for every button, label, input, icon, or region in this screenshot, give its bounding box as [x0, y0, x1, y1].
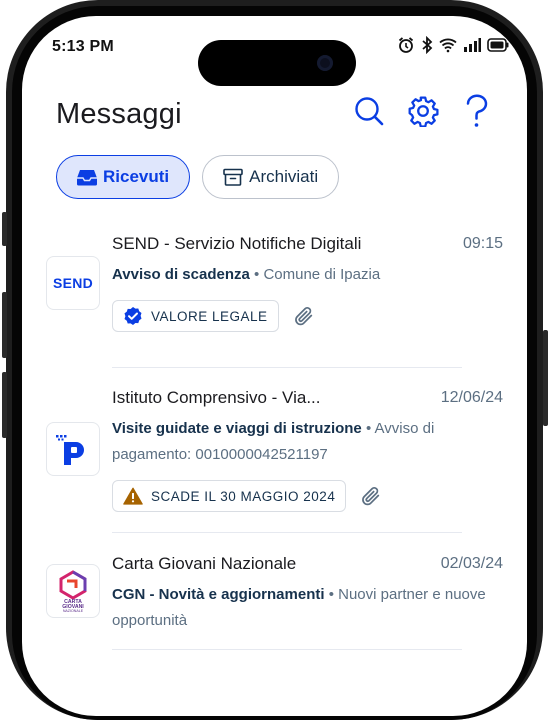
message-preview: CGN - Novità e aggiornamenti • Nuovi par… [112, 582, 512, 634]
message-separator: • [324, 586, 339, 603]
search-icon [355, 97, 384, 126]
inbox-icon [77, 170, 97, 186]
message-detail: Comune di Ipazia [263, 266, 381, 283]
sender-logo-send: SEND [46, 256, 100, 310]
status-time: 5:13 PM [52, 38, 114, 55]
message-sender: Carta Giovani Nazionale [112, 554, 297, 573]
cgn-logo-icon: CARTA GIOVANI NAZIONALE [59, 570, 87, 613]
message-badges: SCADE IL 30 MAGGIO 2024 [112, 480, 382, 512]
power-button [543, 330, 548, 426]
status-icons [397, 35, 509, 59]
message-separator: • [249, 266, 264, 283]
phone-frame: 5:13 PM Messaggi Ricevuti Archiviati SEN… [0, 0, 549, 720]
status-bar: 5:13 PM [22, 16, 527, 86]
message-divider [112, 367, 462, 368]
help-icon [466, 94, 488, 127]
message-sender: Istituto Comprensivo - Via... [112, 388, 321, 407]
app-screen: 5:13 PM Messaggi Ricevuti Archiviati SEN… [22, 16, 527, 716]
message-date: 02/03/24 [440, 555, 503, 572]
wifi-icon [439, 37, 457, 58]
warning-icon [123, 487, 143, 505]
battery-icon [487, 38, 509, 57]
verified-check-icon [124, 307, 142, 325]
message-date: 12/06/24 [440, 389, 503, 406]
tab-ricevuti-label: Ricevuti [103, 167, 170, 186]
send-logo-text: SEND [52, 275, 94, 291]
bluetooth-icon [421, 35, 433, 59]
message-divider [112, 532, 462, 533]
message-badges: VALORE LEGALE [112, 300, 315, 332]
due-date-label: SCADE IL 30 MAGGIO 2024 [151, 488, 336, 504]
message-date: 09:15 [462, 235, 503, 252]
help-button[interactable] [461, 94, 493, 128]
tab-ricevuti[interactable]: Ricevuti [56, 155, 191, 199]
message-divider [112, 649, 462, 650]
message-subject: CGN - Novità e aggiornamenti [112, 586, 325, 603]
attachment-icon [294, 307, 312, 326]
front-camera [317, 55, 333, 71]
pagopa-logo-icon [56, 435, 84, 465]
message-preview: Avviso di scadenza • Comune di Ipazia [112, 262, 512, 288]
sender-logo-pagopa [46, 422, 100, 476]
message-subject: Visite guidate e viaggi di istruzione [112, 420, 362, 437]
settings-icon [408, 96, 439, 127]
dynamic-island [198, 40, 356, 86]
legal-value-badge: VALORE LEGALE [112, 300, 279, 332]
page-title: Messaggi [56, 98, 182, 130]
svg-text:NAZIONALE: NAZIONALE [63, 609, 84, 613]
volume-down-button [2, 372, 7, 438]
message-subject: Avviso di scadenza [112, 266, 250, 283]
header-actions [353, 94, 493, 128]
signal-icon [463, 38, 481, 57]
attachment-icon [362, 487, 380, 506]
due-date-badge: SCADE IL 30 MAGGIO 2024 [112, 480, 347, 512]
volume-up-button [2, 292, 7, 358]
alarm-icon [397, 36, 415, 59]
message-tabs: Ricevuti Archiviati [56, 155, 340, 199]
tab-archiviati[interactable]: Archiviati [202, 155, 340, 199]
settings-button[interactable] [407, 94, 439, 128]
tab-archiviati-label: Archiviati [249, 167, 319, 186]
message-preview: Visite guidate e viaggi di istruzione • … [112, 416, 512, 468]
search-button[interactable] [353, 94, 385, 128]
archive-icon [223, 168, 243, 186]
message-separator: • [361, 420, 375, 437]
sender-logo-cgn: CARTA GIOVANI NAZIONALE [46, 564, 100, 618]
message-sender: SEND - Servizio Notifiche Digitali [112, 234, 362, 253]
mute-switch [2, 212, 7, 246]
legal-value-label: VALORE LEGALE [151, 308, 268, 324]
